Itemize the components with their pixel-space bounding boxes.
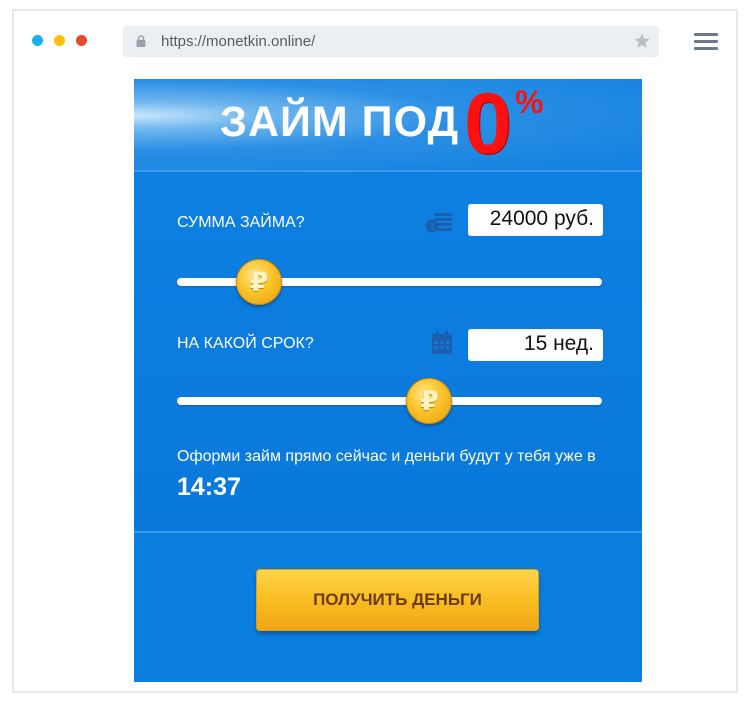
coins-stack-icon: 1: [425, 213, 452, 233]
amount-slider-handle[interactable]: ₽: [235, 259, 282, 305]
window-dot-red[interactable]: [76, 35, 87, 46]
url-text[interactable]: https://monetkin.online/: [161, 33, 315, 50]
rate-unit: %: [515, 84, 544, 120]
promo-message: Оформи займ прямо сейчас и деньги будут …: [177, 448, 596, 465]
term-slider-track[interactable]: [177, 397, 602, 405]
window-dot-blue[interactable]: [32, 35, 43, 46]
amount-field[interactable]: 24000 руб.: [468, 204, 603, 236]
address-bar[interactable]: https://monetkin.online/: [123, 26, 659, 57]
window-controls: [32, 35, 87, 46]
term-slider-handle[interactable]: ₽: [406, 378, 453, 424]
section-divider: [134, 531, 642, 533]
calculator: СУММА ЗАЙМА? 1 24000 руб. ₽ НА КАКОЙ СРО…: [134, 172, 642, 532]
amount-label: СУММА ЗАЙМА?: [177, 214, 305, 231]
lock-icon: [136, 35, 146, 47]
promo-time: 14:37: [177, 473, 241, 501]
svg-text:1: 1: [429, 222, 434, 232]
hero-banner: ЗАЙМ ПОД 0 %: [134, 79, 642, 170]
promo-text: Оформи займ прямо сейчас и деньги будут …: [177, 442, 597, 506]
calendar-icon: [432, 331, 452, 354]
window-dot-yellow[interactable]: [54, 35, 65, 46]
hamburger-menu-icon[interactable]: [694, 33, 718, 51]
bookmark-star-icon[interactable]: [633, 32, 651, 50]
term-label: НА КАКОЙ СРОК?: [177, 335, 314, 352]
headline: ЗАЙМ ПОД: [220, 98, 460, 146]
term-field[interactable]: 15 нед.: [468, 329, 603, 361]
get-money-button[interactable]: ПОЛУЧИТЬ ДЕНЬГИ: [256, 569, 539, 631]
rate-value: 0: [464, 79, 512, 172]
loan-widget: ЗАЙМ ПОД 0 % СУММА ЗАЙМА? 1 24000 руб. ₽…: [134, 79, 642, 682]
